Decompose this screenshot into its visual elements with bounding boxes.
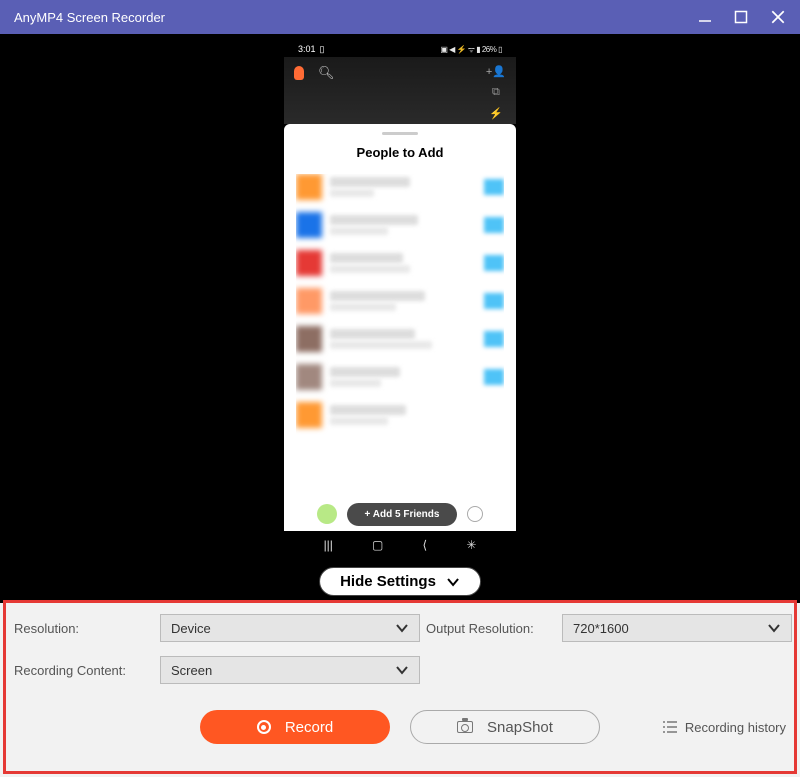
titlebar: AnyMP4 Screen Recorder [0, 0, 800, 34]
add-friends-button: + Add 5 Friends [347, 503, 458, 526]
resolution-label: Resolution: [14, 621, 154, 636]
accessibility-icon: ✳ [466, 538, 476, 552]
recording-history-link[interactable]: Recording history [663, 720, 786, 735]
snapshot-label: SnapShot [487, 719, 553, 736]
friend-list [296, 174, 504, 497]
avatar [296, 250, 322, 276]
phone-status-bar: 3:01 ▯ ▣ ◀ ⚡ ᯤ ▮ 26% ▯ [284, 41, 516, 57]
add-badge [484, 179, 504, 195]
phone-time: 3:01 [298, 44, 316, 54]
avatar [296, 326, 322, 352]
add-badge [484, 255, 504, 271]
chevron-down-icon [395, 663, 409, 677]
record-button[interactable]: Record [200, 710, 390, 744]
blurred-text [330, 291, 425, 301]
avatar [296, 288, 322, 314]
recording-content-value: Screen [171, 663, 212, 678]
card-swap-icon: ⧉ [492, 86, 500, 99]
blurred-text [330, 215, 418, 225]
add-badge [484, 217, 504, 233]
chevron-down-icon [446, 575, 460, 589]
avatar [296, 402, 322, 428]
blurred-text [330, 329, 415, 339]
list-item [296, 402, 504, 428]
snapshot-button[interactable]: SnapShot [410, 710, 600, 744]
recording-content-dropdown[interactable]: Screen [160, 656, 420, 684]
chevron-down-icon [395, 621, 409, 635]
flash-icon: ⚡ [489, 107, 503, 120]
output-resolution-label: Output Resolution: [426, 621, 556, 636]
recents-icon: ||| [324, 538, 333, 552]
phone-content-panel: People to Add + Add 5 Friends [284, 124, 516, 531]
blurred-text [330, 177, 410, 187]
recording-history-label: Recording history [685, 720, 786, 735]
add-badge [484, 407, 504, 423]
record-label: Record [285, 719, 333, 736]
camera-icon [457, 721, 473, 733]
blurred-text [330, 379, 381, 387]
avatar [296, 174, 322, 200]
resolution-value: Device [171, 621, 211, 636]
blurred-text [330, 253, 403, 263]
phone-nav-bar: ||| ▢ ⟨ ✳ [284, 531, 516, 559]
window-controls [698, 9, 786, 25]
list-item [296, 212, 504, 238]
app-title: AnyMP4 Screen Recorder [14, 10, 165, 25]
maximize-icon[interactable] [734, 10, 748, 24]
add-badge [484, 369, 504, 385]
phone-status-indicators: ▣ ◀ ⚡ ᯤ ▮ 26% ▯ [440, 44, 502, 55]
mic-icon [294, 66, 304, 80]
blurred-text [330, 367, 400, 377]
status-icon: ▯ [320, 44, 325, 55]
record-icon [257, 720, 271, 734]
resolution-dropdown[interactable]: Device [160, 614, 420, 642]
blurred-text [330, 417, 388, 425]
back-icon: ⟨ [423, 538, 428, 552]
list-item [296, 288, 504, 314]
chevron-down-icon [767, 621, 781, 635]
search-icon: 🔍︎ [318, 65, 335, 81]
output-resolution-dropdown[interactable]: 720*1600 [562, 614, 792, 642]
blurred-text [330, 227, 388, 235]
blurred-text [330, 265, 410, 273]
blurred-text [330, 189, 374, 197]
close-icon[interactable] [770, 9, 786, 25]
list-item [296, 364, 504, 390]
blurred-text [330, 405, 406, 415]
avatar [296, 212, 322, 238]
settings-panel: Resolution: Device Output Resolution: 72… [0, 603, 800, 777]
phone-action-bar: + Add 5 Friends [296, 497, 504, 531]
hide-settings-label: Hide Settings [340, 573, 436, 590]
list-item [296, 250, 504, 276]
phone-frame: 3:01 ▯ ▣ ◀ ⚡ ᯤ ▮ 26% ▯ 🔍︎ +👤 ⧉ ⚡ 📷 Peopl… [284, 41, 516, 559]
add-friend-icon: +👤 [486, 65, 506, 78]
list-item [296, 174, 504, 200]
phone-app-header: 🔍︎ +👤 ⧉ ⚡ 📷 [284, 57, 516, 124]
add-badge [484, 331, 504, 347]
blurred-text [330, 341, 432, 349]
circle-icon [467, 506, 483, 522]
panel-heading: People to Add [296, 145, 504, 160]
home-icon: ▢ [372, 538, 383, 552]
user-avatar [317, 504, 337, 524]
phone-preview-area: 3:01 ▯ ▣ ◀ ⚡ ᯤ ▮ 26% ▯ 🔍︎ +👤 ⧉ ⚡ 📷 Peopl… [0, 34, 800, 603]
list-icon [663, 721, 677, 733]
recording-content-label: Recording Content: [14, 663, 154, 678]
hide-settings-button[interactable]: Hide Settings [319, 567, 481, 596]
output-resolution-value: 720*1600 [573, 621, 629, 636]
add-badge [484, 293, 504, 309]
list-item [296, 326, 504, 352]
blurred-text [330, 303, 396, 311]
sheet-handle [382, 132, 418, 135]
avatar [296, 364, 322, 390]
minimize-icon[interactable] [698, 10, 712, 24]
